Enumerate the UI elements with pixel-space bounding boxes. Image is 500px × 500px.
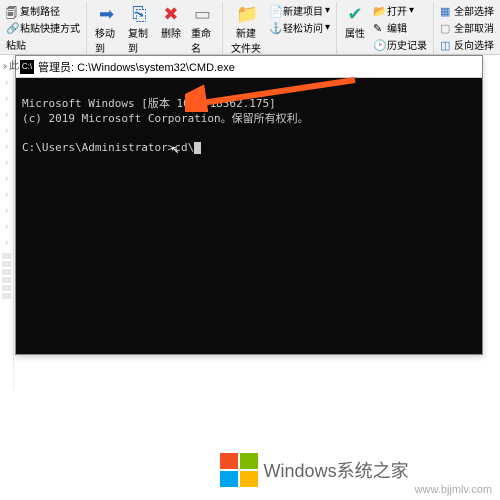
copy-to-icon: ⎘ — [129, 4, 149, 24]
paste-button[interactable]: 粘贴 — [4, 36, 82, 53]
ribbon-toolbar: 🗐复制路径 🔗粘贴快捷方式 粘贴 剪贴板 ➡移动到 ⎘复制到 ✖删除 ▭重命名 … — [0, 0, 500, 55]
chevron-right-icon: › — [0, 237, 13, 247]
drive-bar — [2, 277, 11, 283]
cmd-output-line: (c) 2019 Microsoft Corporation。保留所有权利。 — [22, 112, 309, 125]
paste-shortcut-icon: 🔗 — [6, 22, 18, 34]
cmd-title: 管理员: C:\Windows\system32\CMD.exe — [38, 59, 478, 75]
history-button[interactable]: 🕑历史记录 — [371, 36, 429, 53]
invert-selection-icon: ◫ — [440, 39, 452, 51]
ribbon-group-select: ▦全部选择 ▢全部取消 ◫反向选择 选择 — [434, 2, 500, 54]
sidebar-strip: › › › › › › › › › › › › — [0, 55, 14, 390]
chevron-right-icon: › — [0, 109, 13, 119]
select-none-button[interactable]: ▢全部取消 — [438, 19, 496, 36]
cmd-terminal[interactable]: Microsoft Windows [版本 10.0.18362.175] (c… — [16, 78, 482, 354]
select-all-icon: ▦ — [440, 5, 452, 17]
rename-button[interactable]: ▭重命名 — [187, 2, 218, 57]
ribbon-group-open: ✔属性 📂打开 ▾ ✎编辑 🕑历史记录 打开 — [337, 2, 434, 54]
watermark-url: www.bjjmlv.com — [415, 484, 492, 496]
cmd-input-text: cd\ — [174, 141, 194, 154]
chevron-right-icon: › — [0, 93, 13, 103]
chevron-down-icon: ▾ — [325, 22, 330, 33]
chevron-down-icon: ▾ — [325, 5, 330, 16]
cmd-output-line: Microsoft Windows [版本 10.0.18362.175] — [22, 97, 276, 110]
copy-path-icon: 🗐 — [6, 5, 18, 17]
drive-bar — [2, 293, 11, 299]
paste-shortcut-button[interactable]: 🔗粘贴快捷方式 — [4, 19, 82, 36]
ribbon-group-organize: ➡移动到 ⎘复制到 ✖删除 ▭重命名 组织 — [87, 2, 223, 54]
breadcrumb[interactable]: › 此 — [3, 57, 19, 72]
chevron-right-icon: › — [0, 205, 13, 215]
copy-to-button[interactable]: ⎘复制到 — [124, 2, 155, 57]
ribbon-group-new: 📁新建 文件夹 📄新建项目 ▾ ⚓轻松访问 ▾ 新建 — [223, 2, 337, 54]
properties-button[interactable]: ✔属性 — [341, 2, 369, 42]
chevron-right-icon: › — [0, 141, 13, 151]
chevron-right-icon: › — [0, 125, 13, 135]
easy-access-icon: ⚓ — [269, 22, 281, 34]
chevron-right-icon: › — [0, 157, 13, 167]
chevron-right-icon: › — [0, 77, 13, 87]
cmd-window: C:\ 管理员: C:\Windows\system32\CMD.exe Mic… — [15, 55, 483, 355]
properties-icon: ✔ — [345, 4, 365, 24]
new-item-button[interactable]: 📄新建项目 ▾ — [267, 2, 332, 19]
drive-bar — [2, 261, 11, 267]
history-icon: 🕑 — [373, 39, 385, 51]
chevron-right-icon: › — [0, 221, 13, 231]
cmd-icon: C:\ — [20, 60, 34, 74]
move-to-icon: ➡ — [96, 4, 116, 24]
new-folder-icon: 📁 — [236, 4, 256, 24]
drive-bar — [2, 285, 11, 291]
new-item-icon: 📄 — [269, 5, 281, 17]
select-all-button[interactable]: ▦全部选择 — [438, 2, 496, 19]
edit-icon: ✎ — [373, 22, 385, 34]
delete-icon: ✖ — [161, 4, 181, 24]
drive-bar — [2, 253, 11, 259]
delete-button[interactable]: ✖删除 — [157, 2, 185, 42]
new-folder-button[interactable]: 📁新建 文件夹 — [227, 2, 265, 57]
easy-access-button[interactable]: ⚓轻松访问 ▾ — [267, 19, 332, 36]
watermark: Windows系统之家 www.bjjmlv.com — [0, 440, 500, 500]
copy-path-button[interactable]: 🗐复制路径 — [4, 2, 82, 19]
cmd-titlebar[interactable]: C:\ 管理员: C:\Windows\system32\CMD.exe — [16, 56, 482, 78]
chevron-down-icon: ▾ — [409, 5, 414, 16]
ribbon-group-clipboard: 🗐复制路径 🔗粘贴快捷方式 粘贴 剪贴板 — [0, 2, 87, 54]
select-none-icon: ▢ — [440, 22, 452, 34]
drive-bar — [2, 269, 11, 275]
open-icon: 📂 — [373, 5, 385, 17]
open-button[interactable]: 📂打开 ▾ — [371, 2, 429, 19]
rename-icon: ▭ — [192, 4, 212, 24]
windows-logo-icon — [220, 453, 258, 487]
edit-button[interactable]: ✎编辑 — [371, 19, 429, 36]
move-to-button[interactable]: ➡移动到 — [91, 2, 122, 57]
invert-selection-button[interactable]: ◫反向选择 — [438, 36, 496, 53]
chevron-right-icon: › — [0, 173, 13, 183]
cursor-icon — [194, 142, 201, 154]
watermark-brand: Windows系统之家 — [264, 457, 409, 483]
cmd-prompt: C:\Users\Administrator> — [22, 141, 174, 154]
chevron-right-icon: › — [0, 189, 13, 199]
